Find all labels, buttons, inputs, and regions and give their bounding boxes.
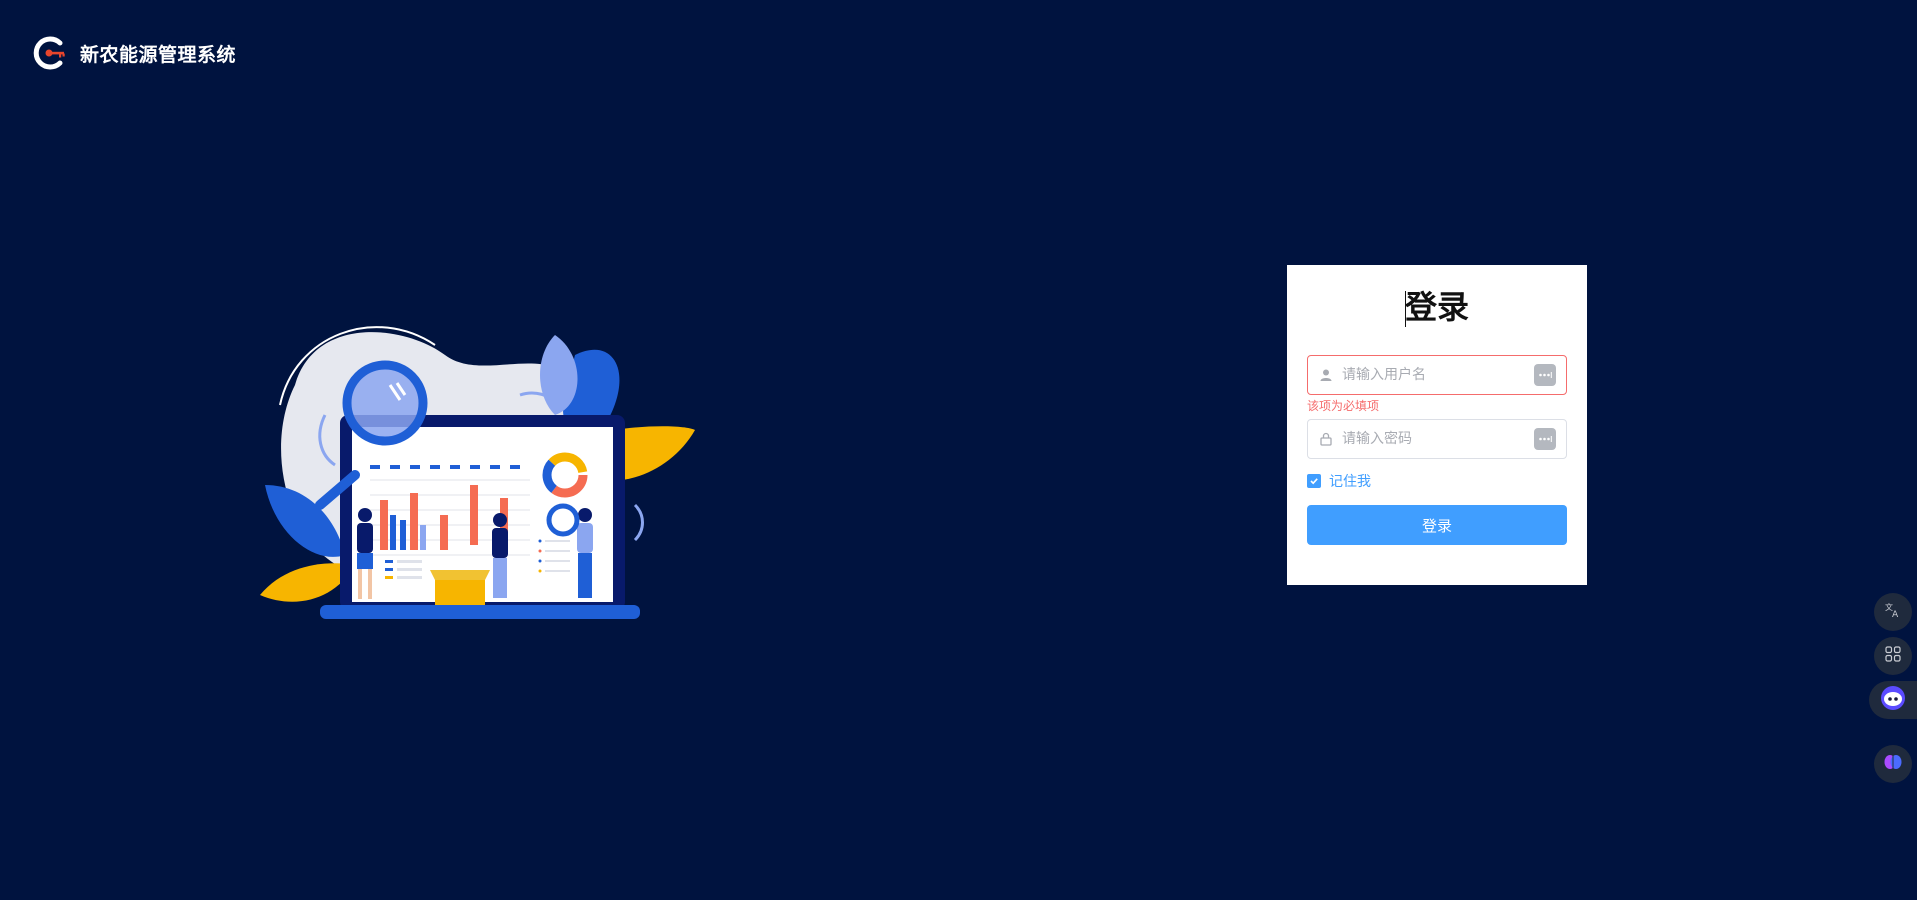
username-error: 该项为必填项 (1307, 399, 1380, 413)
ai-assistant-button[interactable] (1869, 681, 1917, 719)
password-manager-icon[interactable] (1534, 364, 1556, 386)
ai-assistant-icon (1880, 685, 1906, 715)
password-field[interactable] (1307, 419, 1567, 459)
lock-icon (1318, 431, 1334, 447)
apps-grid-icon (1885, 646, 1901, 666)
remember-label[interactable]: 记住我 (1329, 471, 1371, 491)
password-manager-icon[interactable] (1534, 428, 1556, 450)
logo-icon (30, 33, 70, 73)
dashboard-illustration (255, 315, 700, 630)
login-heading-text: 登录 (1404, 288, 1469, 326)
translate-icon: 文A (1884, 601, 1902, 623)
brain-icon (1883, 752, 1903, 776)
brand: 新农能源管理系统 (30, 33, 236, 73)
user-icon (1318, 367, 1334, 383)
login-button[interactable]: 登录 (1307, 505, 1567, 545)
remember-checkbox[interactable] (1307, 474, 1321, 488)
login-card: 登录 该项为必填项 记住我 登录 (1287, 265, 1587, 585)
brain-button[interactable] (1874, 745, 1912, 783)
apps-button[interactable] (1874, 637, 1912, 675)
svg-text:A: A (1892, 610, 1899, 619)
app-title: 新农能源管理系统 (80, 43, 237, 66)
username-input[interactable] (1342, 360, 1534, 390)
password-input[interactable] (1342, 424, 1534, 454)
username-field[interactable] (1307, 355, 1567, 395)
remember-me[interactable]: 记住我 (1307, 471, 1567, 491)
login-heading: 登录 (1307, 285, 1567, 329)
translate-button[interactable]: 文A (1874, 593, 1912, 631)
